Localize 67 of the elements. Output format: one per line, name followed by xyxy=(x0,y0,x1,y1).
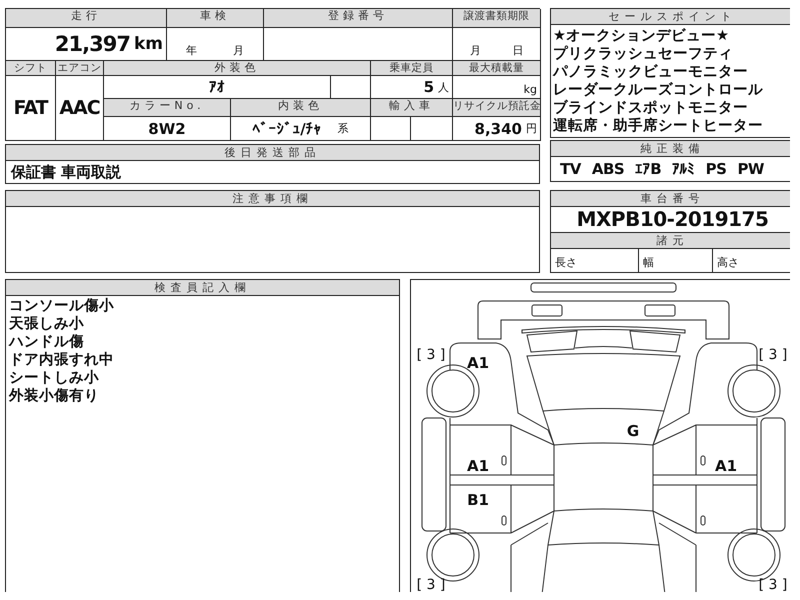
unit-label: 日 xyxy=(512,43,524,58)
tire-grade-label: [ 3 ] xyxy=(758,347,788,363)
later-parts-text: 保証書 車両取説 xyxy=(10,162,122,183)
spec-label: 長さ xyxy=(551,249,639,272)
damage-code: G xyxy=(626,422,640,440)
interior-color-value: ﾍﾞｰｼﾞｭ/ﾁｬ xyxy=(252,120,322,138)
sale-point-text: 運転席・助手席シートヒーター xyxy=(553,117,764,135)
table-cell: FAT xyxy=(6,76,56,141)
column-header: エアコン xyxy=(56,61,104,76)
unit-label: kg xyxy=(524,83,537,96)
inspector-note: 外装小傷有り xyxy=(9,387,100,405)
unit-label: 人 xyxy=(438,80,449,94)
column-header: 最大積載量 xyxy=(453,61,541,76)
section-header: 検査員記入欄 xyxy=(6,280,399,296)
unit-label: 円 xyxy=(526,121,537,136)
equipment-item: TV xyxy=(560,160,581,178)
column-header: リサイクル預託金 xyxy=(453,99,541,117)
unit-label: 月 xyxy=(470,43,481,58)
spec-label: 高さ xyxy=(716,255,740,271)
column-header: 譲渡書類期限 xyxy=(453,9,541,28)
tire-grade-label: [ 3 ] xyxy=(416,347,446,363)
column-header: 外装色 xyxy=(104,61,371,76)
recycle-fee-value: 8,340 xyxy=(474,120,522,138)
damage-code: A1 xyxy=(466,354,490,372)
mileage-value: 21,397 xyxy=(54,32,130,56)
spec-label: 幅 xyxy=(639,249,713,272)
column-header: 内装色 xyxy=(231,99,371,117)
column-header: カラーNo. xyxy=(104,99,231,117)
column-header: 走行 xyxy=(6,9,167,28)
section-header: 後日発送部品 xyxy=(6,145,539,161)
unit-label: km xyxy=(134,34,163,54)
damage-code: A1 xyxy=(714,457,738,475)
damage-code: A1 xyxy=(466,457,490,475)
sale-point-text: パノラミックビューモニター xyxy=(553,63,749,81)
equipment-item: ｱﾙﾐ xyxy=(672,160,695,178)
tire-grade-label: [ 3 ] xyxy=(758,577,788,592)
sale-point-text: レーダークルーズコントロール xyxy=(553,81,764,99)
column-header: 輸入車 xyxy=(371,99,453,117)
inspector-note: 天張しみ小 xyxy=(9,315,85,333)
section-header: 車台番号 xyxy=(551,191,790,207)
sale-point-text: プリクラッシュセーフティ xyxy=(553,45,734,63)
suffix-label: 系 xyxy=(338,121,349,136)
table-cell: 8W2 xyxy=(104,117,231,141)
equipment-item: ｴｱB xyxy=(635,160,662,178)
inspector-note: シートしみ小 xyxy=(9,369,100,387)
inspector-note: コンソール傷小 xyxy=(9,297,115,315)
unit-label: 年 xyxy=(186,43,197,58)
equipment-item: PW xyxy=(737,160,764,178)
section-header: 注意事項欄 xyxy=(6,191,539,207)
equipment-item: PS xyxy=(706,160,726,178)
sale-point-text: ブラインドスポットモニター xyxy=(553,99,749,117)
unit-label: 月 xyxy=(233,43,244,58)
chassis-number: MXPB10-2019175 xyxy=(576,207,770,232)
column-header: 乗車定員 xyxy=(371,61,453,76)
tire-grade-label: [ 3 ] xyxy=(416,577,446,592)
column-header: シフト xyxy=(6,61,56,76)
section-header: 純正装備 xyxy=(551,141,790,157)
damage-code: B1 xyxy=(467,491,489,509)
section-header: セールスポイント xyxy=(551,9,790,25)
section-header: 諸元 xyxy=(551,232,790,249)
inspector-note: ハンドル傷 xyxy=(9,333,85,351)
column-header: 車検 xyxy=(167,9,264,28)
sale-point-text: ★オークションデビュー★ xyxy=(553,27,730,45)
inspector-note: ドア内張すれ中 xyxy=(9,351,115,369)
capacity-value: 5 xyxy=(424,78,434,96)
equipment-item: ABS xyxy=(592,160,624,178)
column-header: 登録番号 xyxy=(264,9,453,28)
